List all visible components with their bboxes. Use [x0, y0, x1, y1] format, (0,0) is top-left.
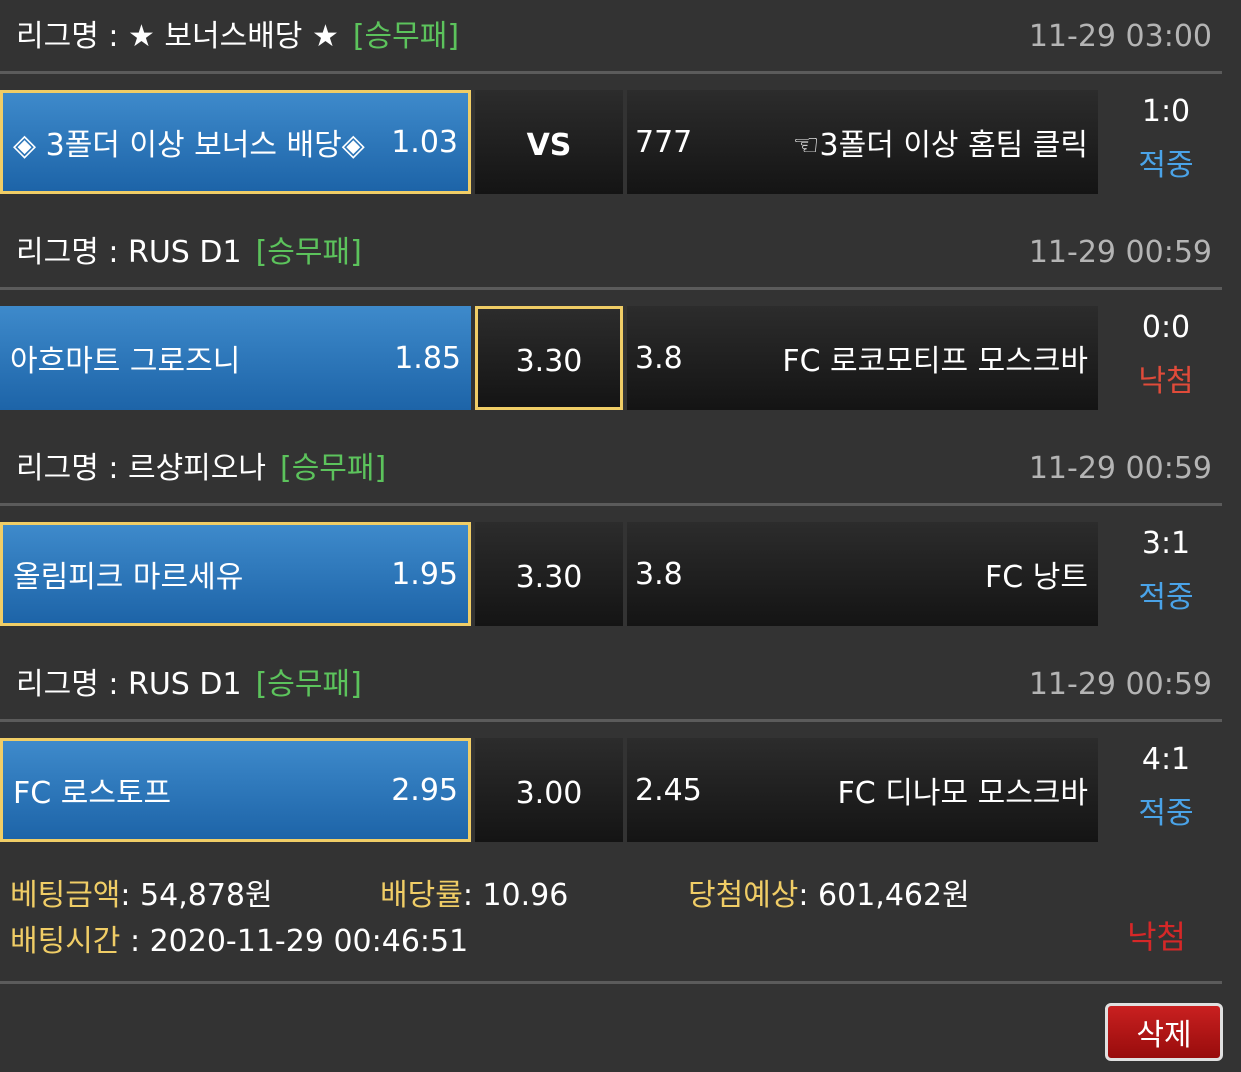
away-odds-button[interactable]: 777 ☜3폴더 이상 홈팀 클릭 — [627, 90, 1098, 194]
league-title: 리그명 : RUS D1 [승무패] — [16, 648, 362, 722]
match-time: 11-29 00:59 — [1028, 667, 1212, 702]
league-name: 리그명 : RUS D1 — [16, 667, 242, 702]
bet-time-value: : 2020-11-29 00:46:51 — [120, 924, 469, 959]
away-team-name: ☜3폴더 이상 홈팀 클릭 — [792, 128, 1088, 163]
draw-odds-button[interactable]: 3.30 — [475, 306, 623, 410]
match-time: 11-29 00:59 — [1028, 451, 1212, 486]
away-team-name: FC 낭트 — [985, 560, 1088, 595]
away-odds-value: 3.8 — [635, 556, 683, 592]
match-result: 3:1 적중 — [1102, 522, 1230, 626]
draw-odds-button[interactable]: 3.00 — [475, 738, 623, 842]
bet-type: [승무패] — [255, 235, 362, 270]
bet-type: [승무패] — [279, 451, 387, 486]
draw-odds-value: 3.30 — [515, 559, 583, 595]
home-team-name: FC 로스토프 — [13, 776, 172, 811]
away-odds-button[interactable]: 2.45 FC 디나모 모스크바 — [627, 738, 1098, 842]
result-badge: 적중 — [1138, 148, 1194, 183]
match-time: 11-29 00:59 — [1028, 235, 1212, 270]
expected-win: 당첨예상: 601,462원 — [688, 870, 970, 914]
home-odds-value: 1.03 — [391, 124, 458, 160]
away-team-name: FC 디나모 모스크바 — [837, 776, 1088, 811]
league-header: 리그명 : RUS D1 [승무패] 11-29 00:59 — [0, 648, 1222, 722]
home-odds-button[interactable]: ◈ 3폴더 이상 보너스 배당◈ 1.03 — [0, 90, 471, 194]
draw-odds-value: 3.00 — [515, 775, 583, 811]
home-team-name: 아흐마트 그로즈니 — [10, 344, 241, 379]
home-team-name: ◈ 3폴더 이상 보너스 배당◈ — [13, 128, 365, 163]
league-name: 리그명 : ★ 보너스배당 ★ — [16, 19, 339, 54]
slip-result-badge: 낙첨 — [1127, 918, 1186, 956]
home-odds-button[interactable]: 아흐마트 그로즈니 1.85 — [0, 306, 471, 410]
bet-amount-label: 베팅금액 — [10, 878, 121, 913]
expected-win-label: 당첨예상 — [688, 878, 799, 913]
match-row: FC 로스토프 2.95 3.00 2.45 FC 디나모 모스크바 4:1 적… — [0, 738, 1222, 842]
home-team-name: 올림피크 마르세유 — [13, 560, 244, 595]
match-result: 0:0 낙첨 — [1102, 306, 1230, 410]
away-odds-value: 777 — [635, 124, 693, 160]
match-time: 11-29 03:00 — [1028, 19, 1212, 54]
match-row: 아흐마트 그로즈니 1.85 3.30 3.8 FC 로코모티프 모스크바 0:… — [0, 306, 1222, 410]
home-odds-value: 1.85 — [394, 340, 461, 376]
result-badge: 적중 — [1138, 580, 1194, 615]
away-odds-button[interactable]: 3.8 FC 로코모티프 모스크바 — [627, 306, 1098, 410]
result-badge: 낙첨 — [1138, 364, 1194, 399]
away-odds-button[interactable]: 3.8 FC 낭트 — [627, 522, 1098, 626]
result-badge: 적중 — [1138, 796, 1194, 831]
league-header: 리그명 : ★ 보너스배당 ★ [승무패] 11-29 03:00 — [0, 0, 1222, 74]
bet-time: 배팅시간 : 2020-11-29 00:46:51 — [10, 916, 468, 960]
home-odds-value: 2.95 — [391, 772, 458, 808]
delete-button[interactable]: 삭제 — [1105, 1003, 1223, 1061]
league-header: 리그명 : RUS D1 [승무패] 11-29 00:59 — [0, 216, 1222, 290]
draw-odds-button[interactable]: VS — [475, 90, 623, 194]
delete-label: 삭제 — [1136, 1018, 1192, 1053]
bet-type: [승무패] — [352, 19, 460, 54]
match-result: 1:0 적중 — [1102, 90, 1230, 194]
total-odds-value: : 10.96 — [462, 878, 569, 913]
match-row: ◈ 3폴더 이상 보너스 배당◈ 1.03 VS 777 ☜3폴더 이상 홈팀 … — [0, 90, 1222, 194]
home-odds-button[interactable]: FC 로스토프 2.95 — [0, 738, 471, 842]
home-odds-value: 1.95 — [391, 556, 458, 592]
total-odds: 배당률: 10.96 — [380, 870, 568, 914]
home-odds-button[interactable]: 올림피크 마르세유 1.95 — [0, 522, 471, 626]
match-score: 0:0 — [1141, 310, 1191, 345]
match-result: 4:1 적중 — [1102, 738, 1230, 842]
match-row: 올림피크 마르세유 1.95 3.30 3.8 FC 낭트 3:1 적중 — [0, 522, 1222, 626]
draw-odds-value: VS — [526, 127, 572, 163]
away-odds-value: 3.8 — [635, 340, 683, 376]
bet-amount-value: : 54,878원 — [120, 878, 273, 913]
league-title: 리그명 : ★ 보너스배당 ★ [승무패] — [16, 0, 459, 74]
match-score: 1:0 — [1141, 94, 1191, 129]
bet-type: [승무패] — [255, 667, 362, 702]
bet-summary: 베팅금액: 54,878원 배당률: 10.96 당첨예상: 601,462원 … — [0, 860, 1222, 984]
draw-odds-value: 3.30 — [515, 343, 583, 379]
total-odds-label: 배당률 — [380, 878, 463, 913]
match-score: 4:1 — [1141, 742, 1191, 777]
away-team-name: FC 로코모티프 모스크바 — [782, 344, 1088, 379]
league-name: 리그명 : 르샹피오나 — [16, 451, 266, 486]
league-name: 리그명 : RUS D1 — [16, 235, 242, 270]
league-header: 리그명 : 르샹피오나 [승무패] 11-29 00:59 — [0, 432, 1222, 506]
match-score: 3:1 — [1141, 526, 1191, 561]
away-odds-value: 2.45 — [635, 772, 702, 808]
draw-odds-button[interactable]: 3.30 — [475, 522, 623, 626]
league-title: 리그명 : 르샹피오나 [승무패] — [16, 432, 386, 506]
bet-time-label: 배팅시간 — [10, 924, 121, 959]
expected-win-value: : 601,462원 — [798, 878, 970, 913]
league-title: 리그명 : RUS D1 [승무패] — [16, 216, 362, 290]
bet-amount: 베팅금액: 54,878원 — [10, 870, 273, 914]
